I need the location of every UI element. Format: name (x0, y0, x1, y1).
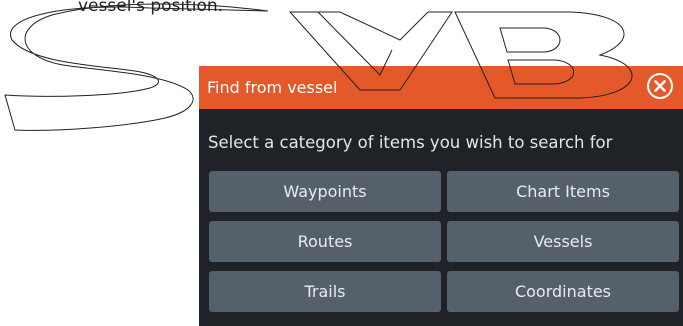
routes-button[interactable]: Routes (209, 221, 441, 262)
waypoints-button[interactable]: Waypoints (209, 171, 441, 212)
trails-button[interactable]: Trails (209, 271, 441, 312)
dialog-title: Find from vessel (207, 78, 338, 97)
dialog-prompt: Select a category of items you wish to s… (208, 133, 613, 152)
chart-items-button[interactable]: Chart Items (447, 171, 679, 212)
close-button[interactable] (647, 73, 673, 99)
intro-text: vessel's position. (78, 0, 224, 16)
close-icon (654, 80, 666, 92)
coordinates-button[interactable]: Coordinates (447, 271, 679, 312)
find-from-vessel-dialog: Find from vessel Select a category of it… (199, 66, 683, 326)
dialog-header: Find from vessel (199, 66, 683, 109)
vessels-button[interactable]: Vessels (447, 221, 679, 262)
